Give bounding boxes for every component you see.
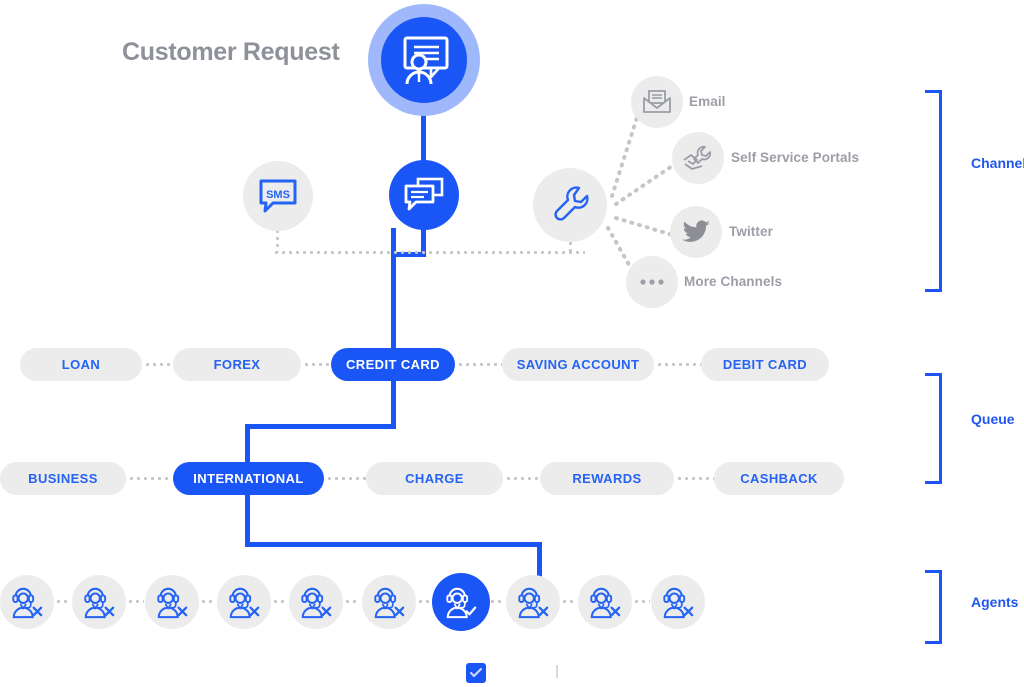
- channels-hub-node[interactable]: [533, 168, 607, 242]
- connector-credit-to-international-horizontal: [245, 424, 396, 429]
- routing-diagram-canvas: Customer Request SMS Email Self Service …: [0, 0, 1024, 687]
- agent-node-1[interactable]: [0, 575, 54, 629]
- channel-label-twitter: Twitter: [729, 224, 773, 239]
- queue-pill-international[interactable]: INTERNATIONAL: [173, 462, 324, 495]
- agent-node-3[interactable]: [144, 575, 199, 629]
- agent-unavailable-icon: [301, 587, 332, 619]
- chat-channel-node[interactable]: [389, 160, 459, 230]
- queue-pill-credit-card[interactable]: CREDIT CARD: [331, 348, 455, 381]
- queue-pill-cashback[interactable]: CASHBACK: [714, 462, 844, 495]
- connector-forex-credit: [303, 362, 333, 367]
- bottom-badge-icon[interactable]: [466, 663, 486, 683]
- agent-node-7[interactable]: [431, 573, 490, 631]
- channel-label-self-service-portals: Self Service Portals: [731, 150, 860, 165]
- connector-agent-9: [633, 599, 650, 604]
- connector-saving-debit: [656, 362, 702, 367]
- connector-agent-7: [488, 599, 506, 604]
- agent-unavailable-icon: [84, 587, 115, 619]
- connector-entry-row-dotted: [273, 250, 585, 255]
- bracket-label-agents: Agents: [971, 594, 1019, 610]
- channel-label-email: Email: [689, 94, 726, 109]
- connector-international-charge: [326, 476, 366, 481]
- agent-unavailable-icon: [518, 587, 549, 619]
- connector-rewards-cashback: [676, 476, 714, 481]
- queue-pill-charge[interactable]: CHARGE: [366, 462, 503, 495]
- queue-pill-rewards[interactable]: REWARDS: [540, 462, 674, 495]
- bracket-queue: [925, 373, 942, 484]
- connector-agent-2: [127, 599, 144, 604]
- connector-charge-rewards: [505, 476, 539, 481]
- connector-agent-3: [199, 599, 216, 604]
- channel-node-more-channels[interactable]: [626, 256, 678, 308]
- agent-node-6[interactable]: [361, 575, 416, 629]
- connector-agent-4: [271, 599, 289, 604]
- connector-agent-8: [561, 599, 578, 604]
- queue-pill-forex[interactable]: FOREX: [173, 348, 301, 381]
- agent-node-4[interactable]: [216, 575, 271, 629]
- agent-unavailable-icon: [156, 587, 187, 619]
- agent-node-10[interactable]: [650, 575, 705, 629]
- connector-sms-down-dotted: [275, 228, 280, 252]
- agent-unavailable-icon: [373, 587, 404, 619]
- chat-bubbles-icon: [404, 177, 444, 211]
- handshake-wrench-icon: [683, 145, 712, 170]
- agent-unavailable-icon: [12, 587, 43, 619]
- page-title: Customer Request: [122, 38, 340, 66]
- queue-pill-debit-card[interactable]: DEBIT CARD: [701, 348, 829, 381]
- connector-loan-forex: [144, 362, 174, 367]
- channel-label-more-channels: More Channels: [684, 274, 783, 289]
- queue-pill-business[interactable]: BUSINESS: [0, 462, 126, 495]
- wrench-icon: [554, 186, 589, 221]
- channel-node-twitter[interactable]: [670, 206, 722, 258]
- bracket-agents: [925, 570, 942, 644]
- agent-unavailable-icon: [229, 587, 260, 619]
- agent-node-8[interactable]: [506, 575, 561, 629]
- queue-pill-loan[interactable]: LOAN: [20, 348, 142, 381]
- ellipsis-icon: [640, 279, 664, 285]
- agent-node-5[interactable]: [289, 575, 344, 629]
- check-sparkle-icon: [470, 668, 482, 677]
- agent-unavailable-icon: [663, 587, 693, 619]
- agent-unavailable-icon: [590, 587, 621, 619]
- channel-node-self-service-portals[interactable]: [672, 132, 724, 184]
- agent-available-icon: [446, 587, 477, 619]
- presentation-agent-icon: [403, 36, 449, 85]
- channel-node-email[interactable]: [631, 76, 683, 128]
- agent-node-9[interactable]: [578, 575, 633, 629]
- queue-pill-saving-account[interactable]: SAVING ACCOUNT: [502, 348, 654, 381]
- sms-node-label: SMS: [266, 189, 290, 201]
- twitter-bird-icon: [682, 220, 710, 242]
- connector-chat-to-credit-card: [391, 228, 396, 368]
- bracket-label-channels: Channels: [971, 155, 1024, 171]
- connector-credit-saving: [457, 362, 503, 367]
- bracket-channels: [925, 90, 942, 292]
- connector-agent-1: [55, 599, 72, 604]
- customer-request-node[interactable]: [381, 17, 467, 103]
- agent-node-2[interactable]: [72, 575, 127, 629]
- sms-bubble-icon: SMS: [259, 179, 297, 213]
- connector-agent-6: [416, 599, 433, 604]
- connector-agent-5: [344, 599, 361, 604]
- connector-international-to-agent-horizontal: [245, 542, 541, 547]
- connector-business-international: [128, 476, 172, 481]
- sms-channel-node[interactable]: SMS: [243, 161, 313, 231]
- bottom-tick-mark: [556, 665, 558, 678]
- envelope-icon: [643, 90, 671, 113]
- bracket-label-queue: Queue: [971, 411, 1015, 427]
